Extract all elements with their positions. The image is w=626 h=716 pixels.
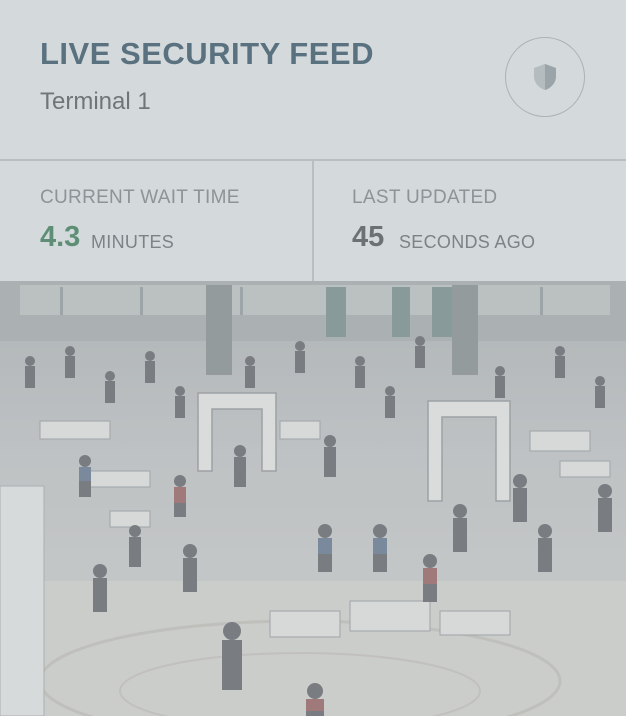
- security-camera-feed[interactable]: [0, 281, 626, 716]
- shield-icon: [534, 64, 556, 90]
- wait-time-unit: MINUTES: [91, 232, 175, 252]
- stats-divider: [312, 161, 314, 281]
- last-updated-value: 45: [352, 221, 385, 253]
- wait-time-value: 4.3: [40, 221, 81, 253]
- last-updated-unit: SECONDS AGO: [399, 232, 536, 252]
- last-updated-label: LAST UPDATED: [352, 187, 498, 208]
- wait-time-label: CURRENT WAIT TIME: [40, 187, 240, 208]
- terminal-name: Terminal 1: [40, 88, 151, 115]
- page-title: LIVE SECURITY FEED: [40, 36, 374, 71]
- feed-header: LIVE SECURITY FEED Terminal 1: [0, 0, 626, 159]
- security-shield-button[interactable]: [505, 37, 585, 117]
- camera-feed-image: [0, 281, 626, 716]
